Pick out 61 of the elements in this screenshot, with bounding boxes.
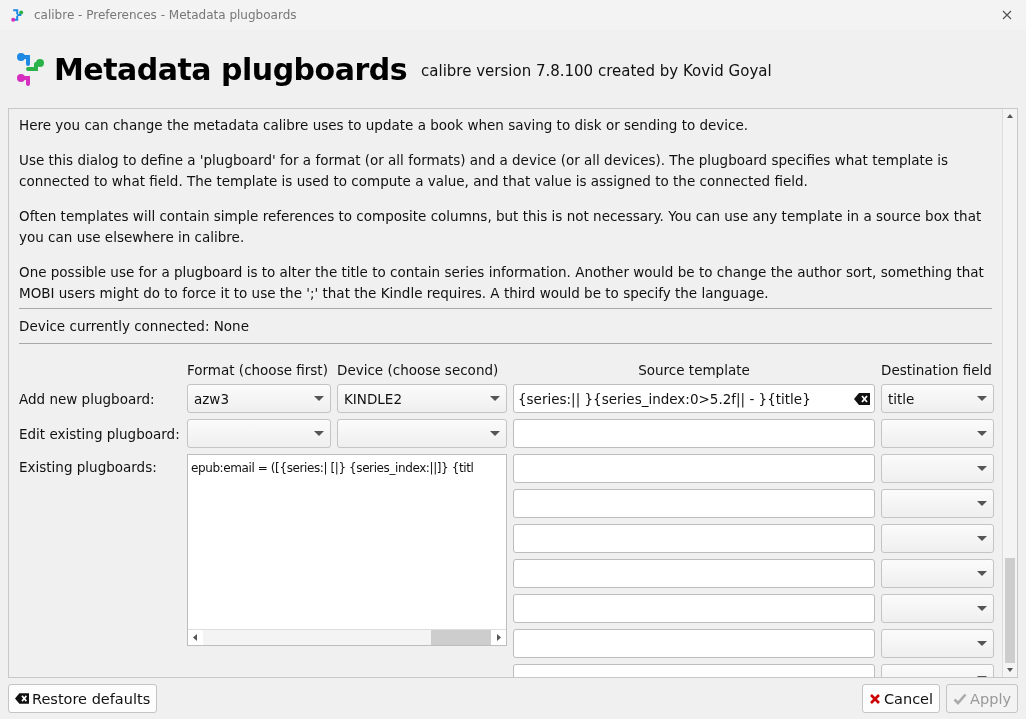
caret-icon [490,396,500,401]
template-input[interactable] [513,419,875,448]
app-logo-icon [16,52,46,86]
column-header: Device (choose second) [337,362,500,378]
template-input[interactable] [513,629,875,658]
vertical-scrollbar[interactable] [1002,109,1017,677]
cancel-button[interactable]: Cancel [861,684,941,713]
row-label: Add new plugboard: [19,390,156,407]
clear-icon[interactable] [854,392,870,405]
row-label: Existing plugboards: [19,458,158,475]
row-label: Edit existing plugboard: [19,425,181,442]
template-input[interactable] [513,454,875,483]
scrollbar-thumb[interactable] [431,630,491,645]
page-title: Metadata plugboards [54,51,408,87]
template-input[interactable] [513,559,875,588]
caret-icon [977,536,987,541]
template-input[interactable] [513,524,875,553]
scrollbar-thumb[interactable] [1005,558,1015,663]
caret-icon [977,466,987,471]
description-paragraph: One possible use for a plugboard is to alter the title to contain series information. Another would be to change the author sort, something that MOBI users might do to force it to use the ';' that the Kindle requires. A third would be to specify the language. [19,263,985,303]
app-logo-icon [10,7,26,23]
close-icon [868,692,881,705]
template-input[interactable] [513,489,875,518]
destination-dropdown[interactable] [881,524,994,553]
caret-icon [977,396,987,401]
format-dropdown[interactable]: azw3 [187,384,331,413]
list-item[interactable]: epub:email = ([{series:| [|} {series_index:||]} {titl [191,461,474,475]
plugboard-list[interactable]: epub:email = ([{series:| [|} {series_index:||]} {titl [187,454,507,646]
caret-icon [314,431,324,436]
caret-icon [977,641,987,646]
description-paragraph: Here you can change the metadata calibre uses to update a book when saving to disk or sending to device. [19,116,750,135]
caret-icon [977,431,987,436]
description-paragraph: Often templates will contain simple references to composite columns, but this is not necessary. You can use any template in a source box that you can use elsewhere in calibre. [19,207,983,247]
template-input[interactable] [513,594,875,623]
version-text: calibre version 7.8.100 created by Kovid Goyal [421,62,772,80]
destination-dropdown[interactable] [881,489,994,518]
device-dropdown[interactable] [337,419,507,448]
description-paragraph: Use this dialog to define a 'plugboard' for a format (or all formats) and a device (or all devices). The plugboard specifies what template is connected to what field. The template is used to compute a value, and that value is assigned to the connected field. [19,151,950,191]
caret-icon [490,431,500,436]
caret-icon [977,571,987,576]
column-header: Source template [637,362,751,378]
template-input[interactable]: {series:|| }{series_index:0>5.2f|| - }{title} [513,384,875,413]
destination-dropdown[interactable] [881,629,994,658]
destination-dropdown[interactable]: title [881,384,994,413]
column-header: Destination field [881,362,993,378]
device-dropdown[interactable]: KINDLE2 [337,384,507,413]
destination-dropdown[interactable] [881,419,994,448]
destination-dropdown[interactable] [881,594,994,623]
destination-dropdown[interactable] [881,559,994,588]
column-header: Format (choose first) [187,362,329,378]
caret-icon [977,606,987,611]
window-title: calibre - Preferences - Metadata plugboards [34,8,298,22]
caret-icon [314,396,324,401]
restore-defaults-button[interactable]: Restore defaults [8,684,158,713]
check-icon [953,692,968,705]
clear-icon [15,693,29,704]
format-dropdown[interactable] [187,419,331,448]
caret-icon [977,501,987,506]
destination-dropdown[interactable] [881,454,994,483]
horizontal-scrollbar[interactable] [188,629,506,645]
device-status: Device currently connected: None [19,317,250,336]
